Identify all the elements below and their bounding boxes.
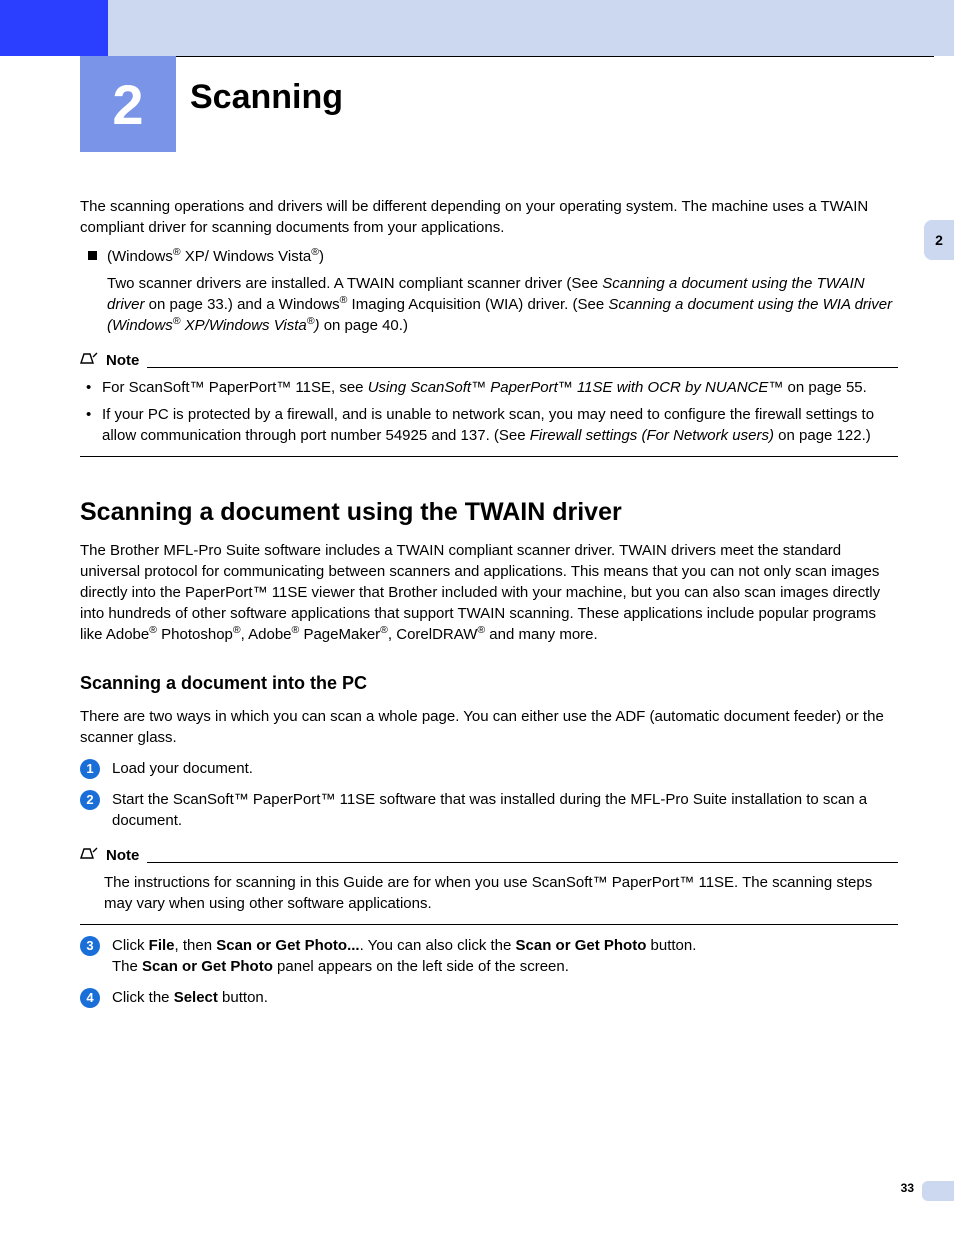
step-badge-2: 2 (80, 790, 100, 810)
note1-bullet2: • If your PC is protected by a firewall,… (86, 404, 898, 446)
step-1: 1 Load your document. (80, 758, 898, 779)
note-block-1: Note • For ScanSoft™ PaperPort™ 11SE, se… (80, 350, 898, 457)
header-accent-block (0, 0, 108, 56)
note2-text: The instructions for scanning in this Gu… (104, 872, 898, 914)
note-rule-icon (147, 862, 898, 863)
header-band (0, 0, 954, 56)
page-number: 33 (901, 1181, 914, 1195)
pc-intro: There are two ways in which you can scan… (80, 706, 898, 748)
page-content: The scanning operations and drivers will… (80, 190, 898, 1018)
note-end-rule (80, 924, 898, 925)
note-block-2: Note The instructions for scanning in th… (80, 845, 898, 925)
note-label: Note (106, 845, 139, 866)
twain-paragraph: The Brother MFL-Pro Suite software inclu… (80, 540, 898, 645)
os-line1: (Windows® XP/ Windows Vista®) (107, 246, 898, 267)
page-num-tab (922, 1181, 954, 1201)
step-2: 2 Start the ScanSoft™ PaperPort™ 11SE so… (80, 789, 898, 831)
link-scansoft[interactable]: Using ScanSoft™ PaperPort™ 11SE with OCR… (368, 379, 784, 396)
intro-paragraph: The scanning operations and drivers will… (80, 196, 898, 238)
note-label: Note (106, 350, 139, 371)
os-bullet-item: (Windows® XP/ Windows Vista®) Two scanne… (88, 246, 898, 336)
os-line2: Two scanner drivers are installed. A TWA… (107, 273, 898, 336)
square-bullet-icon (88, 251, 97, 260)
link-firewall[interactable]: Firewall settings (For Network users) (530, 427, 774, 444)
note-end-rule (80, 456, 898, 457)
note-rule-icon (147, 367, 898, 368)
chapter-number-box: 2 (80, 56, 176, 152)
step-badge-3: 3 (80, 936, 100, 956)
note1-bullet1: • For ScanSoft™ PaperPort™ 11SE, see Usi… (86, 377, 898, 398)
note-icon (80, 350, 98, 364)
note-icon (80, 845, 98, 859)
section-twain-heading: Scanning a document using the TWAIN driv… (80, 495, 898, 530)
section-pc-heading: Scanning a document into the PC (80, 671, 898, 696)
step-badge-4: 4 (80, 988, 100, 1008)
chapter-title: Scanning (190, 78, 343, 117)
header-rule (110, 56, 934, 57)
step-4: 4 Click the Select button. (80, 987, 898, 1008)
step-badge-1: 1 (80, 759, 100, 779)
step-3: 3 Click File, then Scan or Get Photo....… (80, 935, 898, 977)
side-page-tab: 2 (924, 220, 954, 260)
